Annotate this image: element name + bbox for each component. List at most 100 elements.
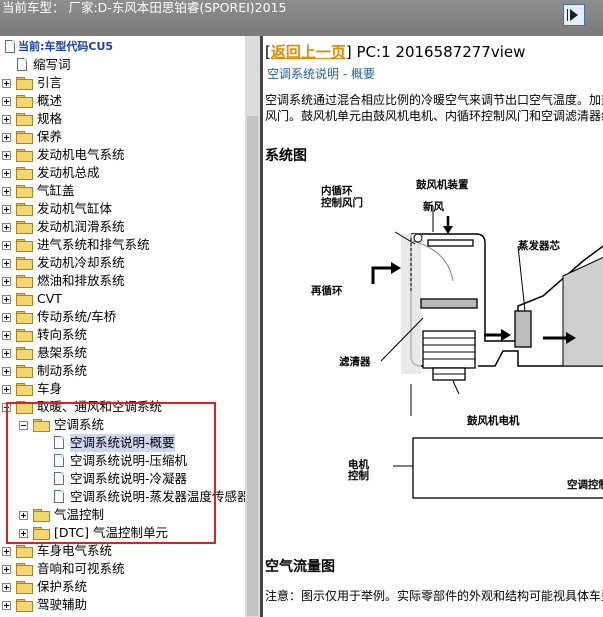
tree-item[interactable]: 进气系统和排气系统	[0, 236, 245, 254]
tree-item[interactable]: 发动机冷却系统	[0, 254, 245, 272]
expand-icon[interactable]	[2, 349, 11, 358]
folder-icon	[16, 293, 33, 306]
page-subtitle: 空调系统说明 - 概要	[267, 67, 375, 81]
arrow-right-icon[interactable]	[563, 4, 585, 26]
expand-icon[interactable]	[2, 547, 11, 556]
tree-item[interactable]: 音响和可视系统	[0, 560, 245, 578]
tree-item-label: 转向系统	[37, 327, 88, 342]
expand-icon[interactable]	[2, 79, 11, 88]
tree-item[interactable]: 制动系统	[0, 362, 245, 380]
folder-icon	[16, 131, 33, 144]
expand-icon[interactable]	[2, 133, 11, 142]
tree-item-label: 传动系统/车桥	[37, 309, 117, 324]
expand-icon[interactable]	[2, 277, 11, 286]
folder-icon	[16, 203, 33, 216]
content-pane: [返回上一页] PC:1 2016587277view 空调系统说明 - 概要 …	[260, 36, 603, 617]
tree-item[interactable]: 驾驶辅助	[0, 596, 245, 614]
tree-item[interactable]: 概述	[0, 92, 245, 110]
tree-item-label: 驾驶辅助	[37, 597, 88, 612]
tree-item[interactable]: CVT	[0, 290, 245, 308]
book-icon	[5, 40, 15, 53]
tree-item-label: 车身电气系统	[37, 543, 113, 558]
tree-item[interactable]: 发动机总成	[0, 164, 245, 182]
folder-icon	[16, 167, 33, 180]
tree-item[interactable]: 保护系统	[0, 578, 245, 596]
folder-icon	[16, 599, 33, 612]
expand-icon[interactable]	[2, 331, 11, 340]
section-title-system: 系统图	[265, 148, 307, 164]
tree-item-label: 规格	[37, 111, 63, 126]
expand-icon[interactable]	[2, 169, 11, 178]
tree-root-label: 当前:车型代码CU5	[18, 40, 114, 53]
top-bar: 当前车型： 厂家:D-东风本田思铂睿(SPOREI)2015	[0, 0, 603, 36]
folder-icon	[16, 545, 33, 558]
expand-icon[interactable]	[2, 187, 11, 196]
label-filter: 滤清器	[339, 355, 371, 368]
label-evaporator: 蒸发器芯	[518, 239, 560, 252]
back-link[interactable]: 返回上一页	[271, 43, 346, 61]
folder-icon	[16, 275, 33, 288]
tree-item[interactable]: 车身	[0, 380, 245, 398]
folder-icon	[16, 563, 33, 576]
tree-item[interactable]: 车身电气系统	[0, 542, 245, 560]
folder-icon	[16, 581, 33, 594]
expand-icon[interactable]	[2, 223, 11, 232]
folder-icon	[16, 149, 33, 162]
tree-item[interactable]: 传动系统/车桥	[0, 308, 245, 326]
page-info: PC:1 2016587277view	[356, 43, 526, 61]
tree-item-label: 发动机冷却系统	[37, 255, 125, 270]
expand-icon[interactable]	[2, 565, 11, 574]
svg-text:控制风门: 控制风门	[321, 196, 363, 209]
system-diagram: 内循环 控制风门 鼓风机装置 新风 蒸发器芯 再循环 滤清器 鼓风机电机 电机 …	[311, 178, 603, 499]
tree-item[interactable]: 发动机电气系统	[0, 146, 245, 164]
expand-icon[interactable]	[2, 601, 11, 610]
expand-icon[interactable]	[2, 295, 11, 304]
tree-item[interactable]: 缩写词	[0, 56, 245, 74]
tree-scrollbar[interactable]	[245, 36, 260, 617]
document-icon	[17, 58, 27, 71]
expand-icon[interactable]	[2, 115, 11, 124]
folder-icon	[16, 185, 33, 198]
scroll-thumb[interactable]	[247, 116, 258, 616]
vehicle-title: 当前车型： 厂家:D-东风本田思铂睿(SPOREI)2015	[2, 0, 287, 15]
tree-item[interactable]: 发动机气缸体	[0, 200, 245, 218]
expand-icon[interactable]	[2, 367, 11, 376]
svg-text:控制: 控制	[348, 469, 369, 482]
tree-item-label: 音响和可视系统	[37, 561, 125, 576]
folder-icon	[16, 113, 33, 126]
label-recirc-door: 内循环	[321, 184, 353, 197]
tree-item-label: 保护系统	[37, 579, 88, 594]
folder-icon	[16, 95, 33, 108]
tree-item-label: 发动机气缸体	[37, 201, 113, 216]
tree-item-label: 发动机润滑系统	[37, 219, 125, 234]
expand-icon[interactable]	[2, 151, 11, 160]
label-blower-motor: 鼓风机电机	[467, 414, 520, 427]
tree-item-label: CVT	[37, 291, 62, 306]
back-row: [返回上一页] PC:1 2016587277view	[265, 43, 526, 61]
expand-icon[interactable]	[2, 205, 11, 214]
tree-item-label: 悬架系统	[37, 345, 88, 360]
tree-item-label: 发动机总成	[37, 165, 100, 180]
tree-item[interactable]: 转向系统	[0, 326, 245, 344]
note-line: 注意：图示仅用于举例。实际零部件的外观和结构可能视具体车型	[265, 589, 603, 603]
tree-item[interactable]: 保养	[0, 128, 245, 146]
tree-item-label: 燃油和排放系统	[37, 273, 125, 288]
expand-icon[interactable]	[2, 385, 11, 394]
tree-item[interactable]: 气缸盖	[0, 182, 245, 200]
expand-icon[interactable]	[2, 259, 11, 268]
tree-item[interactable]: 燃油和排放系统	[0, 272, 245, 290]
tree-item[interactable]: 悬架系统	[0, 344, 245, 362]
expand-icon[interactable]	[2, 97, 11, 106]
expand-icon[interactable]	[2, 583, 11, 592]
tree-item-label: 制动系统	[37, 363, 88, 378]
tree-item-label: 发动机电气系统	[37, 147, 125, 162]
highlight-box	[6, 402, 216, 544]
tree-item[interactable]: 发动机润滑系统	[0, 218, 245, 236]
tree-item[interactable]: 规格	[0, 110, 245, 128]
expand-icon[interactable]	[2, 241, 11, 250]
tree-item[interactable]: 引言	[0, 74, 245, 92]
folder-icon	[16, 347, 33, 360]
expand-icon[interactable]	[2, 313, 11, 322]
paragraph-line-2: 风门。鼓风机单元由鼓风机电机、内循环控制风门和空调滤清器组	[265, 109, 603, 123]
tree-item-label: 引言	[37, 75, 63, 90]
